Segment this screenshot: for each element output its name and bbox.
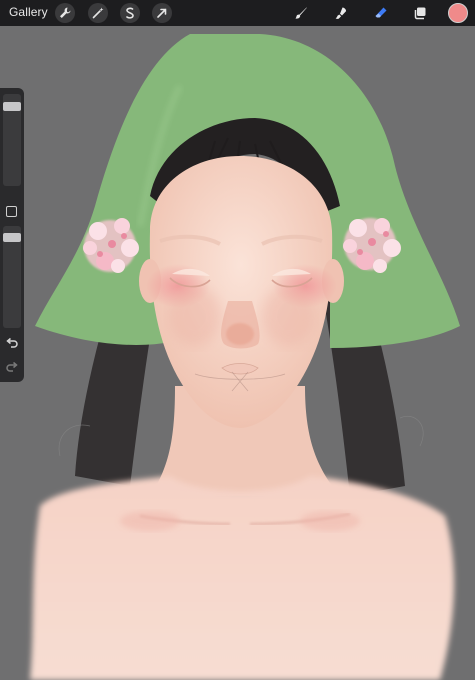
brush-size-handle[interactable] bbox=[3, 102, 21, 111]
artwork bbox=[30, 34, 460, 680]
undo-icon[interactable] bbox=[4, 336, 20, 352]
brush-icon[interactable] bbox=[291, 3, 311, 23]
gallery-button[interactable]: Gallery bbox=[9, 5, 48, 19]
eraser-icon[interactable] bbox=[371, 3, 391, 23]
top-toolbar: Gallery bbox=[0, 0, 475, 26]
shoulders bbox=[30, 476, 455, 680]
modify-button[interactable] bbox=[6, 206, 17, 217]
opacity-handle[interactable] bbox=[3, 233, 21, 242]
left-sidebar bbox=[0, 88, 24, 382]
adjustments-wand-icon[interactable] bbox=[88, 3, 108, 23]
layers-icon[interactable] bbox=[410, 3, 430, 23]
actions-wrench-icon[interactable] bbox=[55, 3, 75, 23]
opacity-slider[interactable] bbox=[3, 226, 21, 328]
drawing-canvas[interactable] bbox=[0, 26, 475, 680]
selection-icon[interactable] bbox=[120, 3, 140, 23]
smudge-icon[interactable] bbox=[331, 3, 351, 23]
transform-arrow-icon[interactable] bbox=[152, 3, 172, 23]
color-picker-swatch[interactable] bbox=[448, 3, 468, 23]
redo-icon[interactable] bbox=[4, 360, 20, 376]
brush-size-slider[interactable] bbox=[3, 94, 21, 186]
